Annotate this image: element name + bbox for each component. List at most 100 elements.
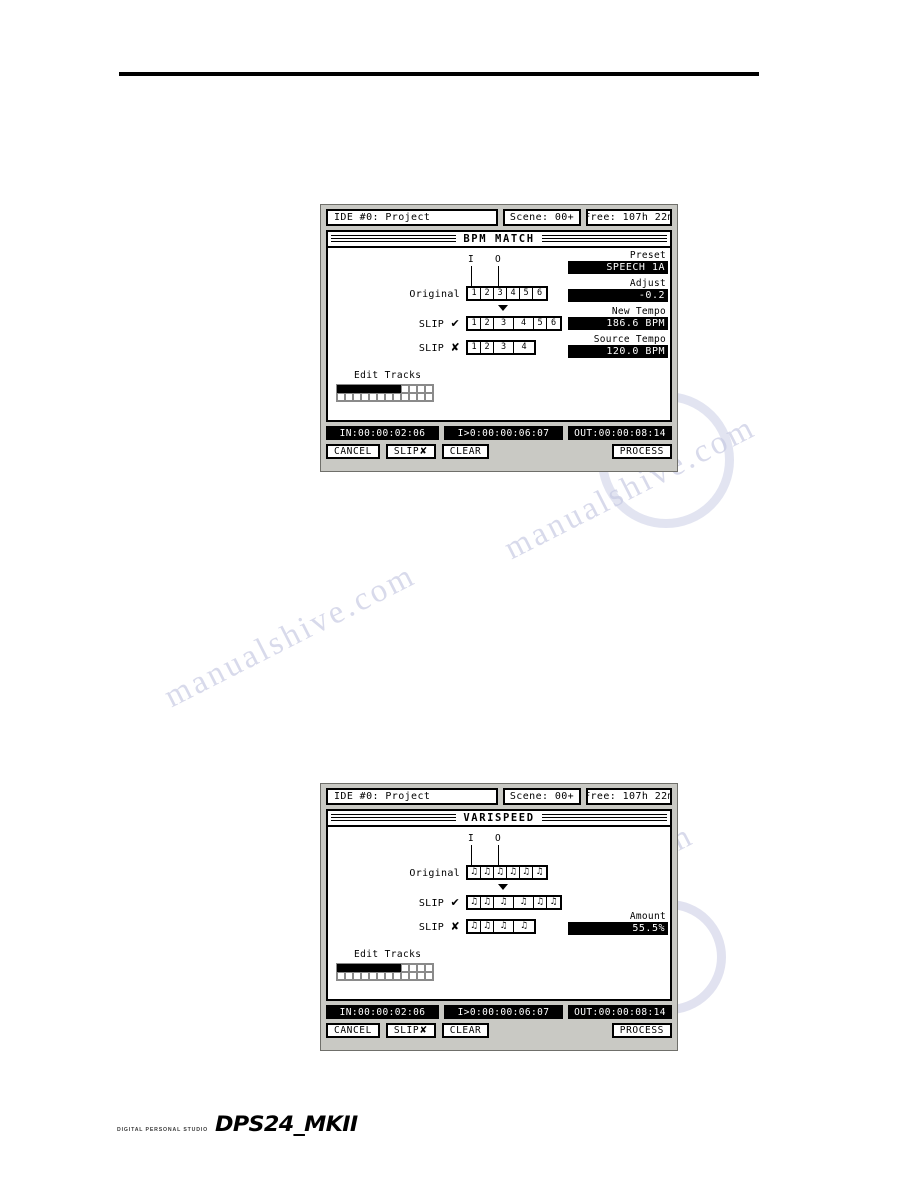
track-cell[interactable] bbox=[425, 385, 433, 393]
beat-cell[interactable]: 1 bbox=[468, 318, 481, 329]
beat-cell[interactable]: 1 bbox=[468, 288, 481, 299]
track-cell[interactable] bbox=[385, 964, 393, 972]
track-cell[interactable] bbox=[401, 964, 409, 972]
track-cell[interactable] bbox=[337, 393, 345, 401]
track-cell[interactable] bbox=[417, 972, 425, 980]
track-cell[interactable] bbox=[369, 964, 377, 972]
beat-cell[interactable]: 2 bbox=[481, 318, 494, 329]
slip-discard-button[interactable]: SLIP ✘ bbox=[385, 444, 436, 459]
track-cell[interactable] bbox=[345, 972, 353, 980]
project-field[interactable]: IDE #0: Project bbox=[326, 788, 498, 805]
track-cell[interactable] bbox=[401, 385, 409, 393]
beat-cells[interactable]: 123456 bbox=[466, 316, 562, 331]
track-cell[interactable] bbox=[425, 964, 433, 972]
track-cell[interactable] bbox=[377, 972, 385, 980]
parameter-value[interactable]: 186.6 BPM bbox=[568, 317, 668, 330]
beat-cell[interactable]: ♫ bbox=[507, 867, 520, 878]
beat-cells[interactable]: ♫ ♫ ♫ ♫ ♫ ♫ bbox=[466, 865, 548, 880]
beat-cell[interactable]: 4 bbox=[514, 318, 534, 329]
timecode-out[interactable]: OUT:00:00:08:14 bbox=[568, 1005, 672, 1019]
beat-cells[interactable]: ♫ ♫ ♫ ♫ bbox=[466, 919, 536, 934]
beat-cell[interactable]: ♫ bbox=[547, 897, 560, 908]
track-cell[interactable] bbox=[353, 393, 361, 401]
track-cell[interactable] bbox=[393, 393, 401, 401]
edit-tracks-grid[interactable] bbox=[336, 963, 434, 981]
beat-cell[interactable]: 4 bbox=[514, 342, 534, 353]
track-cell[interactable] bbox=[409, 972, 417, 980]
scene-field[interactable]: Scene: 00+ bbox=[503, 209, 581, 226]
track-cell[interactable] bbox=[345, 964, 353, 972]
beat-cell[interactable]: 5 bbox=[520, 288, 533, 299]
track-cell[interactable] bbox=[369, 393, 377, 401]
clear-button[interactable]: CLEAR bbox=[441, 1023, 490, 1038]
track-cell[interactable] bbox=[353, 972, 361, 980]
beat-cells[interactable]: ♫ ♫ ♫ ♫ ♫ ♫ bbox=[466, 895, 562, 910]
track-cell[interactable] bbox=[369, 385, 377, 393]
parameter-value[interactable]: SPEECH 1A bbox=[568, 261, 668, 274]
beat-cell[interactable]: ♫ bbox=[494, 921, 514, 932]
track-cell[interactable] bbox=[401, 972, 409, 980]
track-cell[interactable] bbox=[345, 393, 353, 401]
track-cell[interactable] bbox=[361, 964, 369, 972]
parameter-value[interactable]: 55.5% bbox=[568, 922, 668, 935]
timecode-in-out[interactable]: I>0:00:00:06:07 bbox=[444, 426, 563, 440]
track-cell[interactable] bbox=[377, 385, 385, 393]
parameter-value[interactable]: -0.2 bbox=[568, 289, 668, 302]
track-cell[interactable] bbox=[377, 393, 385, 401]
track-cell[interactable] bbox=[393, 972, 401, 980]
beat-cell[interactable]: 6 bbox=[547, 318, 560, 329]
track-cell[interactable] bbox=[353, 385, 361, 393]
beat-cell[interactable]: 6 bbox=[533, 288, 546, 299]
track-cell[interactable] bbox=[417, 385, 425, 393]
beat-cell[interactable]: ♫ bbox=[481, 921, 494, 932]
beat-cells[interactable]: 1234 bbox=[466, 340, 536, 355]
beat-cells[interactable]: 123456 bbox=[466, 286, 548, 301]
edit-tracks-grid[interactable] bbox=[336, 384, 434, 402]
beat-cell[interactable]: ♫ bbox=[534, 897, 547, 908]
track-cell[interactable] bbox=[417, 964, 425, 972]
beat-cell[interactable]: ♫ bbox=[468, 921, 481, 932]
track-cell[interactable] bbox=[385, 972, 393, 980]
clear-button[interactable]: CLEAR bbox=[441, 444, 490, 459]
track-cell[interactable] bbox=[353, 964, 361, 972]
beat-cell[interactable]: 3 bbox=[494, 318, 514, 329]
beat-cell[interactable]: ♫ bbox=[520, 867, 533, 878]
track-cell[interactable] bbox=[377, 964, 385, 972]
timecode-out[interactable]: OUT:00:00:08:14 bbox=[568, 426, 672, 440]
track-cell[interactable] bbox=[409, 964, 417, 972]
track-cell[interactable] bbox=[337, 964, 345, 972]
beat-cell[interactable]: ♫ bbox=[481, 897, 494, 908]
beat-cell[interactable]: 4 bbox=[507, 288, 520, 299]
track-cell[interactable] bbox=[345, 385, 353, 393]
track-cell[interactable] bbox=[361, 385, 369, 393]
track-cell[interactable] bbox=[337, 385, 345, 393]
scene-field[interactable]: Scene: 00+ bbox=[503, 788, 581, 805]
beat-cell[interactable]: ♫ bbox=[514, 897, 534, 908]
beat-cell[interactable]: 3 bbox=[494, 342, 514, 353]
track-cell[interactable] bbox=[425, 393, 433, 401]
track-cell[interactable] bbox=[401, 393, 409, 401]
beat-cell[interactable]: ♫ bbox=[468, 897, 481, 908]
track-cell[interactable] bbox=[425, 972, 433, 980]
track-cell[interactable] bbox=[385, 393, 393, 401]
cancel-button[interactable]: CANCEL bbox=[326, 1023, 380, 1038]
beat-cell[interactable]: 3 bbox=[494, 288, 507, 299]
cancel-button[interactable]: CANCEL bbox=[326, 444, 380, 459]
track-cell[interactable] bbox=[393, 964, 401, 972]
process-button[interactable]: PROCESS bbox=[611, 1023, 672, 1038]
track-cell[interactable] bbox=[393, 385, 401, 393]
slip-discard-button[interactable]: SLIP ✘ bbox=[385, 1023, 436, 1038]
track-cell[interactable] bbox=[385, 385, 393, 393]
beat-cell[interactable]: ♫ bbox=[514, 921, 534, 932]
parameter-value[interactable]: 120.0 BPM bbox=[568, 345, 668, 358]
timecode-in-out[interactable]: I>0:00:00:06:07 bbox=[444, 1005, 563, 1019]
beat-cell[interactable]: ♫ bbox=[468, 867, 481, 878]
beat-cell[interactable]: 5 bbox=[534, 318, 547, 329]
track-cell[interactable] bbox=[337, 972, 345, 980]
track-cell[interactable] bbox=[369, 972, 377, 980]
beat-cell[interactable]: ♫ bbox=[494, 897, 514, 908]
process-button[interactable]: PROCESS bbox=[611, 444, 672, 459]
beat-cell[interactable]: 2 bbox=[481, 288, 494, 299]
timecode-in[interactable]: IN:00:00:02:06 bbox=[326, 426, 439, 440]
track-cell[interactable] bbox=[417, 393, 425, 401]
